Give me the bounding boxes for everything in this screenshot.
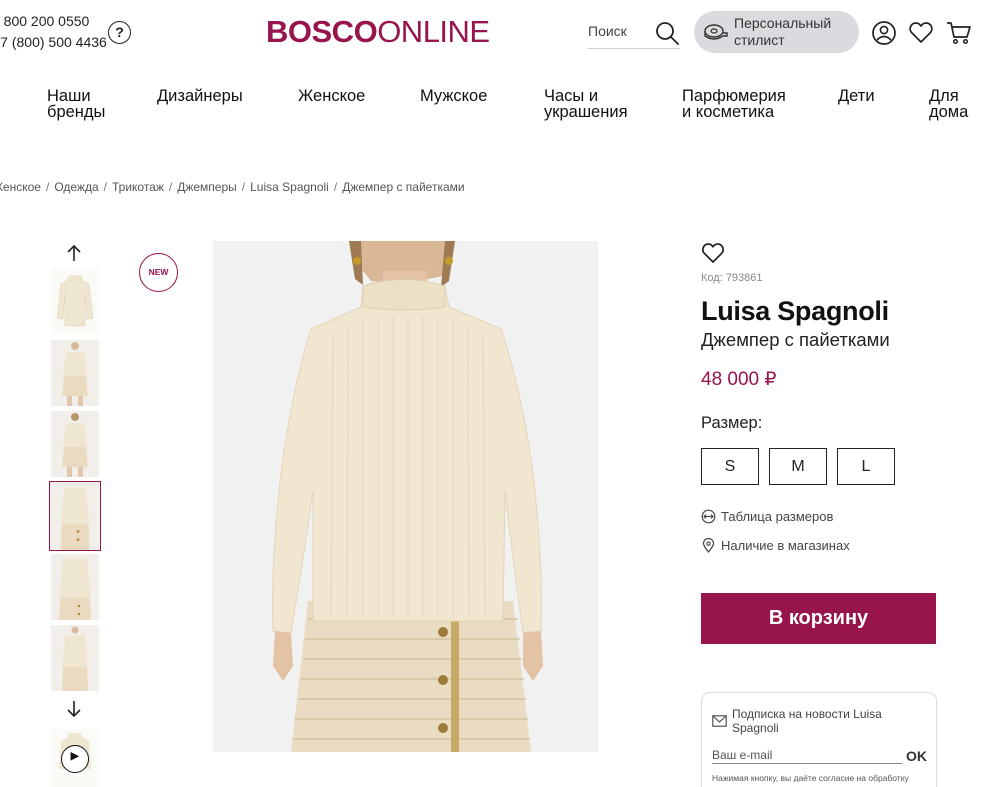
nav-line: Часы и bbox=[544, 87, 599, 105]
breadcrumb-item[interactable]: Женское bbox=[0, 180, 41, 194]
main-product-image[interactable] bbox=[213, 241, 598, 752]
breadcrumb-item[interactable]: Одежда bbox=[54, 180, 98, 194]
breadcrumb-separator: / bbox=[333, 180, 338, 194]
size-option-s[interactable]: S bbox=[701, 448, 759, 485]
nav-line: дома bbox=[929, 103, 969, 121]
measuring-tape-icon bbox=[704, 24, 728, 40]
arrow-up-icon[interactable] bbox=[63, 242, 85, 264]
help-icon: ? bbox=[115, 24, 124, 40]
gallery-thumbnail[interactable] bbox=[51, 340, 99, 406]
nav-home[interactable]: Для дома bbox=[929, 87, 969, 121]
personal-stylist-button[interactable]: Персональный стилист bbox=[694, 11, 859, 53]
play-icon bbox=[70, 752, 80, 761]
size-option-m[interactable]: M bbox=[769, 448, 827, 485]
nav-watches-jewelry[interactable]: Часы и украшения bbox=[544, 87, 628, 121]
sweater-flat-image bbox=[51, 268, 99, 334]
gallery-thumbnail[interactable] bbox=[51, 411, 99, 477]
search-box[interactable] bbox=[588, 17, 680, 49]
nav-line: Женское bbox=[298, 87, 366, 105]
breadcrumb-item[interactable]: Джемперы bbox=[177, 180, 237, 194]
nav-women[interactable]: Женское bbox=[298, 87, 366, 105]
size-label: Размер: bbox=[701, 414, 763, 432]
favorite-heart-icon[interactable] bbox=[701, 241, 725, 265]
product-sku: Код: 793861 bbox=[701, 272, 763, 284]
product-name: Джемпер с пайетками bbox=[701, 329, 890, 350]
product-price: 48 000 ₽ bbox=[701, 369, 777, 390]
nav-kids[interactable]: Дети bbox=[838, 87, 875, 105]
play-video-button[interactable] bbox=[61, 745, 89, 773]
gallery-thumbnail[interactable] bbox=[51, 625, 99, 691]
consent-note: Нажимая кнопку, вы даёте согласие на обр… bbox=[712, 773, 909, 783]
email-field[interactable] bbox=[712, 748, 902, 764]
nav-line: Для bbox=[929, 87, 959, 105]
arrow-down-icon[interactable] bbox=[63, 698, 85, 720]
search-icon[interactable] bbox=[654, 20, 680, 46]
nav-line: Наши bbox=[47, 87, 91, 105]
nav-line: Дети bbox=[838, 87, 875, 105]
phone-number-1[interactable]: 8 800 200 0550 bbox=[0, 13, 89, 29]
size-table-link[interactable]: Таблица размеров bbox=[701, 509, 833, 524]
model-back-image bbox=[51, 411, 99, 477]
size-option-l[interactable]: L bbox=[837, 448, 895, 485]
account-icon[interactable] bbox=[871, 20, 897, 46]
search-input[interactable] bbox=[588, 23, 648, 39]
breadcrumb-separator: / bbox=[241, 180, 246, 194]
nav-line: и косметика bbox=[682, 103, 775, 121]
subscribe-ok-button[interactable]: OK bbox=[906, 748, 927, 764]
help-button[interactable]: ? bbox=[108, 21, 131, 44]
nav-line: бренды bbox=[47, 103, 106, 121]
model-closeup-image bbox=[51, 554, 99, 620]
size-chart-icon bbox=[701, 509, 716, 524]
location-pin-icon bbox=[702, 537, 715, 553]
product-brand[interactable]: Luisa Spagnoli bbox=[701, 296, 889, 327]
nav-designers[interactable]: Дизайнеры bbox=[157, 87, 243, 105]
size-table-label: Таблица размеров bbox=[721, 509, 834, 524]
nav-line: Дизайнеры bbox=[157, 87, 243, 105]
breadcrumb: Женское / Одежда / Трикотаж / Джемперы / Luisa S… bbox=[0, 180, 465, 194]
nav-line: Мужское bbox=[420, 87, 488, 105]
breadcrumb-separator: / bbox=[168, 180, 173, 194]
model-side-image bbox=[51, 625, 99, 691]
model-wearing-sweater-image bbox=[213, 241, 598, 752]
gallery-thumbnail-active[interactable] bbox=[49, 481, 101, 551]
gallery-thumbnail[interactable] bbox=[51, 268, 99, 334]
nav-our-brands[interactable]: Наши бренды bbox=[47, 87, 106, 121]
nav-perfume-cosmetics[interactable]: Парфюмерия и косметика bbox=[682, 87, 786, 121]
breadcrumb-separator: / bbox=[45, 180, 50, 194]
site-logo[interactable]: BOSCOONLINE bbox=[266, 14, 490, 50]
gallery-thumbnail[interactable] bbox=[51, 554, 99, 620]
cart-icon[interactable] bbox=[946, 20, 972, 46]
nav-line: Парфюмерия bbox=[682, 87, 786, 105]
logo-light: ONLINE bbox=[377, 14, 490, 49]
nav-men[interactable]: Мужское bbox=[420, 87, 488, 105]
add-to-cart-button[interactable]: В корзину bbox=[701, 593, 936, 644]
stylist-label: Персональный стилист bbox=[734, 15, 832, 48]
store-availability-label: Наличие в магазинах bbox=[721, 538, 850, 553]
envelope-icon bbox=[712, 715, 727, 727]
model-front-image bbox=[50, 482, 100, 550]
newsletter-title: Подписка на новости Luisa Spagnoli bbox=[732, 707, 882, 735]
breadcrumb-item[interactable]: Luisa Spagnoli bbox=[250, 180, 329, 194]
heart-icon[interactable] bbox=[908, 20, 934, 46]
model-full-image bbox=[51, 340, 99, 406]
breadcrumb-current: Джемпер с пайетками bbox=[342, 180, 465, 194]
logo-bold: BOSCO bbox=[266, 14, 378, 49]
breadcrumb-separator: / bbox=[103, 180, 107, 194]
phone-number-2[interactable]: +7 (800) 500 4436 bbox=[0, 34, 107, 50]
new-badge: NEW bbox=[139, 253, 178, 292]
breadcrumb-item[interactable]: Трикотаж bbox=[112, 180, 164, 194]
store-availability-link[interactable]: Наличие в магазинах bbox=[701, 537, 850, 553]
nav-line: украшения bbox=[544, 103, 628, 121]
newsletter-box: Подписка на новости Luisa Spagnoli OK На… bbox=[701, 692, 937, 787]
